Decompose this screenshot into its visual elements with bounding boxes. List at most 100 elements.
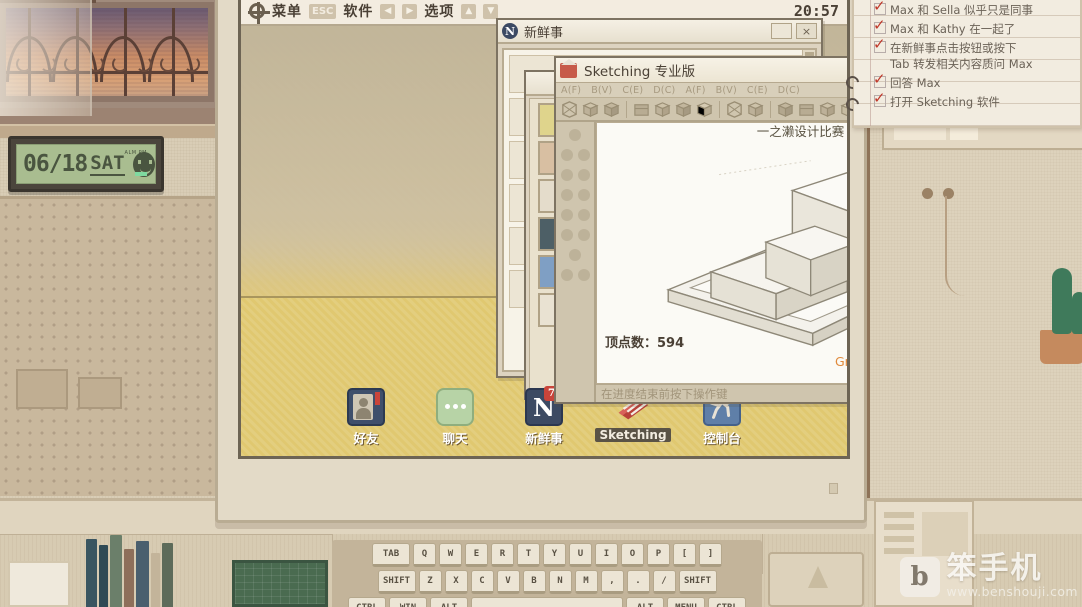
key-ctrl-left[interactable]: CTRL [348, 597, 386, 607]
menu-label[interactable]: 菜单 [272, 1, 302, 21]
tool-dot-icon[interactable] [577, 269, 590, 281]
key-shift-right[interactable]: SHIFT [678, 570, 717, 594]
software-label[interactable]: 软件 [343, 1, 373, 21]
news-close-button[interactable]: × [796, 23, 817, 39]
sketching-toolbar[interactable] [556, 98, 847, 122]
sketching-menubar[interactable]: A(F) B(V) C(E) D(C) A(F) B(V) C(E) D(C) [556, 83, 847, 98]
key-w[interactable]: W [439, 543, 462, 567]
keyboard-row-q[interactable]: TAB Q W E R T Y U I O P [ ] [336, 543, 758, 567]
cube-shade-icon[interactable] [602, 100, 621, 119]
cube-solid-icon[interactable] [581, 100, 600, 119]
news-window-titlebar[interactable]: N 新鲜事 × [498, 20, 821, 44]
key-tab[interactable]: TAB [372, 543, 410, 567]
key-comma[interactable]: , [600, 570, 624, 594]
key-v[interactable]: V [496, 570, 520, 594]
cube-solid-icon[interactable] [818, 100, 837, 119]
tool-dot-icon[interactable] [560, 149, 573, 161]
tool-dot-icon[interactable] [577, 209, 590, 221]
key-alt-left[interactable]: ALT [430, 597, 468, 607]
tool-row[interactable] [560, 269, 590, 281]
tool-dot-icon[interactable] [569, 129, 581, 141]
key-shift-left[interactable]: SHIFT [377, 570, 416, 594]
box-flat-icon[interactable] [797, 100, 816, 119]
desktop[interactable]: 菜单 ESC 软件 ◀ ▶ 选项 ▲ ▼ 20:57 N 新鲜事 × Sketc… [241, 0, 847, 456]
next-arrow-icon[interactable]: ▶ [402, 3, 418, 19]
up-arrow-icon[interactable]: ▲ [461, 3, 477, 19]
key-win[interactable]: WIN [389, 597, 427, 607]
key-i[interactable]: I [595, 543, 618, 567]
menu-item[interactable]: B(V) [716, 85, 737, 96]
key-b[interactable]: B [522, 570, 546, 594]
box-flat-icon[interactable] [632, 100, 651, 119]
key-z[interactable]: Z [418, 570, 442, 594]
gear-icon[interactable] [249, 2, 265, 24]
monitor-screen[interactable]: 菜单 ESC 软件 ◀ ▶ 选项 ▲ ▼ 20:57 N 新鲜事 × Sketc… [238, 0, 850, 459]
tool-dot-icon[interactable] [577, 149, 590, 161]
options-label[interactable]: 选项 [424, 1, 454, 21]
sketching-canvas[interactable]: 一之濑设计比赛 Gr 顶点数：594 [596, 122, 847, 384]
key-t[interactable]: T [517, 543, 540, 567]
menu-item[interactable]: D(C) [653, 85, 675, 96]
cube-wire-icon[interactable] [560, 100, 579, 119]
menu-item[interactable]: B(V) [591, 85, 612, 96]
key-e[interactable]: E [465, 543, 488, 567]
news-minimize-button[interactable] [771, 23, 792, 39]
prev-arrow-icon[interactable]: ◀ [380, 3, 396, 19]
tool-dot-icon[interactable] [560, 209, 573, 221]
tool-row[interactable] [569, 249, 581, 261]
tool-dot-icon[interactable] [560, 189, 573, 201]
key-menu[interactable]: MENU [667, 597, 705, 607]
menu-item[interactable]: A(F) [561, 85, 581, 96]
tool-row[interactable] [569, 129, 581, 141]
tool-dot-icon[interactable] [577, 169, 590, 181]
tool-dot-icon[interactable] [560, 169, 573, 181]
key-q[interactable]: Q [413, 543, 436, 567]
tool-dot-icon[interactable] [577, 229, 590, 241]
tool-row[interactable] [560, 209, 590, 221]
tool-row[interactable] [560, 189, 590, 201]
key-y[interactable]: Y [543, 543, 566, 567]
sketching-tool-palette[interactable] [556, 122, 596, 402]
tool-row[interactable] [560, 149, 590, 161]
esc-keycap[interactable]: ESC [309, 3, 337, 19]
key-space[interactable] [471, 597, 623, 607]
sketching-titlebar[interactable]: Sketching 专业版 × [556, 58, 847, 83]
tool-row[interactable] [560, 229, 590, 241]
contacts-icon[interactable] [347, 388, 385, 426]
key-alt-right[interactable]: ALT [626, 597, 664, 607]
key-slash[interactable]: / [652, 570, 676, 594]
keyboard-row-bottom[interactable]: CTRL WIN ALT ALT MENU CTRL [336, 597, 758, 607]
key-p[interactable]: P [647, 543, 670, 567]
key-r[interactable]: R [491, 543, 514, 567]
cube-wire-icon[interactable] [725, 100, 744, 119]
key-u[interactable]: U [569, 543, 592, 567]
sketching-window[interactable]: Sketching 专业版 × A(F) B(V) C(E) D(C) A(F)… [554, 56, 847, 404]
keyboard[interactable]: TAB Q W E R T Y U I O P [ ] SHIFT Z X C … [332, 540, 762, 607]
keyboard-row-z[interactable]: SHIFT Z X C V B N M , . / SHIFT [336, 570, 758, 594]
key-x[interactable]: X [444, 570, 468, 594]
key-ctrl-right[interactable]: CTRL [708, 597, 746, 607]
menu-item[interactable]: C(E) [747, 85, 768, 96]
key-n[interactable]: N [548, 570, 572, 594]
cube-light-icon[interactable] [695, 100, 714, 119]
cube-solid-icon[interactable] [746, 100, 765, 119]
cube-shade-icon[interactable] [674, 100, 693, 119]
key-bracket-right[interactable]: ] [699, 543, 722, 567]
tool-dot-icon[interactable] [569, 249, 581, 261]
menu-item[interactable]: A(F) [685, 85, 705, 96]
cube-solid-icon[interactable] [653, 100, 672, 119]
tool-dot-icon[interactable] [560, 229, 573, 241]
tool-dot-icon[interactable] [560, 269, 573, 281]
menu-item[interactable]: D(C) [778, 85, 800, 96]
tool-row[interactable] [560, 169, 590, 181]
chat-icon[interactable] [436, 388, 474, 426]
tool-dot-icon[interactable] [577, 189, 590, 201]
key-bracket-left[interactable]: [ [673, 543, 696, 567]
key-period[interactable]: . [626, 570, 650, 594]
key-m[interactable]: M [574, 570, 598, 594]
down-arrow-icon[interactable]: ▼ [483, 3, 499, 19]
taskbar-item-friends[interactable]: 好友 [337, 388, 395, 447]
key-o[interactable]: O [621, 543, 644, 567]
key-c[interactable]: C [470, 570, 494, 594]
menu-item[interactable]: C(E) [622, 85, 643, 96]
